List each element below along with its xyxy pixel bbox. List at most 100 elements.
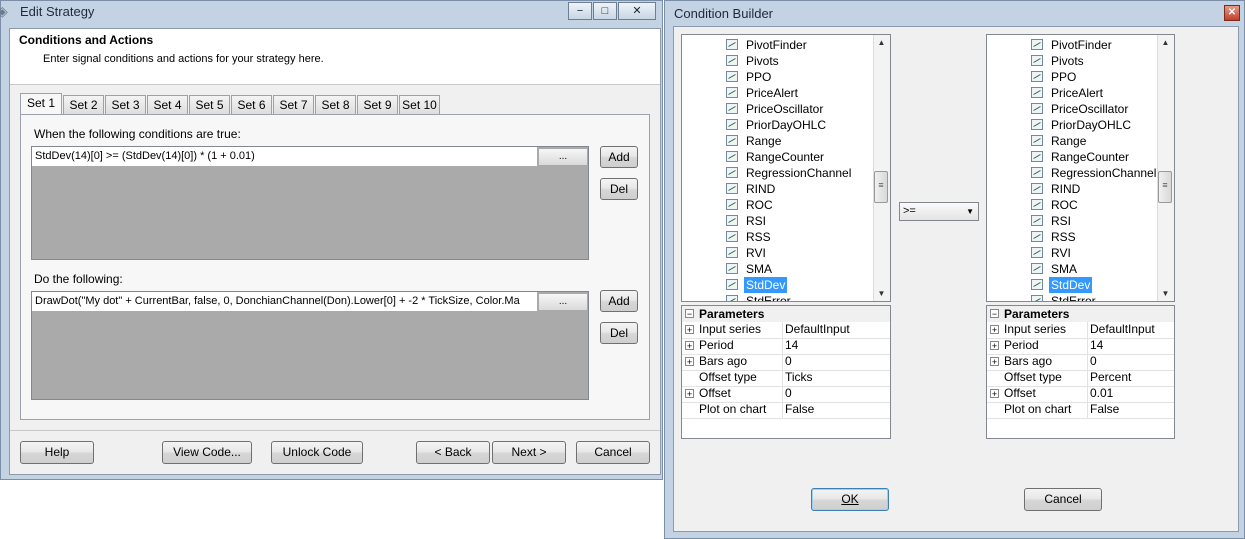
parameter-name: Input series <box>1004 322 1067 336</box>
parameter-row[interactable]: + Input series DefaultInput <box>682 322 890 339</box>
next-button[interactable]: Next > <box>492 441 566 464</box>
ok-button[interactable]: OK <box>811 488 889 511</box>
parameter-value[interactable]: 0 <box>782 354 792 370</box>
scroll-down-icon[interactable]: ▼ <box>1157 289 1174 298</box>
action-edit-button[interactable]: ... <box>538 293 588 311</box>
tab-set-9[interactable]: Set 9 <box>357 95 398 115</box>
parameter-row[interactable]: + Period 14 <box>987 338 1174 355</box>
parameter-value[interactable]: 14 <box>782 338 798 354</box>
parameter-value[interactable]: 14 <box>1087 338 1103 354</box>
tab-set-8[interactable]: Set 8 <box>315 95 356 115</box>
delete-action-button[interactable]: Del <box>600 322 638 344</box>
list-item-label: RIND <box>1051 182 1081 196</box>
add-action-button[interactable]: Add <box>600 290 638 312</box>
wizard-header-subtitle: Enter signal conditions and actions for … <box>43 53 324 65</box>
parameter-name: Offset type <box>1004 370 1062 384</box>
scroll-up-icon[interactable]: ▲ <box>1157 38 1174 47</box>
builder-cancel-button[interactable]: Cancel <box>1024 488 1102 511</box>
tab-set-6[interactable]: Set 6 <box>231 95 272 115</box>
expand-icon[interactable]: + <box>990 357 999 367</box>
tab-set-7[interactable]: Set 7 <box>273 95 314 115</box>
list-item-label: PriorDayOHLC <box>1051 118 1132 132</box>
indicator-chart-icon <box>1031 151 1043 162</box>
parameter-row[interactable]: Plot on chart False <box>682 402 890 419</box>
left-list-scroll-thumb[interactable]: ≡ <box>874 171 888 203</box>
condition-edit-button[interactable]: ... <box>538 148 588 166</box>
expand-icon[interactable]: + <box>990 389 999 399</box>
parameter-row[interactable]: + Period 14 <box>682 338 890 355</box>
tab-set-1[interactable]: Set 1 <box>20 93 62 115</box>
strategy-app-icon: ◈ <box>0 3 8 19</box>
parameter-value[interactable]: Percent <box>1087 370 1131 386</box>
parameter-row[interactable]: Plot on chart False <box>987 402 1174 419</box>
parameter-value[interactable]: False <box>1087 402 1119 418</box>
parameter-value[interactable]: Ticks <box>782 370 813 386</box>
maximize-button[interactable]: □ <box>593 2 617 20</box>
scroll-down-icon[interactable]: ▼ <box>873 289 890 298</box>
parameter-row[interactable]: Offset type Ticks <box>682 370 890 387</box>
list-item-label: PriceOscillator <box>746 102 824 116</box>
close-button[interactable]: ✕ <box>618 2 656 20</box>
expand-icon[interactable]: + <box>990 341 999 351</box>
indicator-chart-icon <box>726 39 738 50</box>
close-icon[interactable]: ✕ <box>1224 5 1240 21</box>
scroll-up-icon[interactable]: ▲ <box>873 38 890 47</box>
indicator-chart-icon <box>1031 71 1043 82</box>
conditions-label: When the following conditions are true: <box>34 127 241 141</box>
help-button[interactable]: Help <box>20 441 94 464</box>
right-list-scrollbar[interactable] <box>1157 35 1174 301</box>
list-item-label: PriceAlert <box>1051 86 1104 100</box>
parameter-row[interactable]: + Bars ago 0 <box>682 354 890 371</box>
right-indicator-list[interactable]: PivotFinder Pivots PPO PriceAlert PriceOscil… <box>986 34 1175 302</box>
expand-icon[interactable]: + <box>685 341 694 351</box>
indicator-chart-icon <box>726 183 738 194</box>
tab-set-10[interactable]: Set 10 <box>399 95 440 115</box>
collapse-icon[interactable]: − <box>685 309 694 319</box>
parameter-row[interactable]: + Offset 0 <box>682 386 890 403</box>
delete-condition-button[interactable]: Del <box>600 178 638 200</box>
indicator-chart-icon <box>1031 87 1043 98</box>
expand-icon[interactable]: + <box>685 325 694 335</box>
chevron-down-icon: ▼ <box>966 207 974 216</box>
parameter-row[interactable]: + Input series DefaultInput <box>987 322 1174 339</box>
expand-icon[interactable]: + <box>990 325 999 335</box>
parameter-value[interactable]: 0 <box>1087 354 1097 370</box>
action-row[interactable]: DrawDot("My dot" + CurrentBar, false, 0,… <box>32 292 537 311</box>
condition-row[interactable]: StdDev(14)[0] >= (StdDev(14)[0]) * (1 + … <box>32 147 537 166</box>
parameter-value[interactable]: DefaultInput <box>1087 322 1155 338</box>
left-list-scrollbar[interactable] <box>873 35 890 301</box>
operator-select[interactable]: >= ▼ <box>899 202 979 221</box>
expand-icon[interactable]: + <box>685 389 694 399</box>
tab-set-5[interactable]: Set 5 <box>189 95 230 115</box>
indicator-chart-icon <box>726 103 738 114</box>
back-button[interactable]: < Back <box>416 441 490 464</box>
unlock-code-button[interactable]: Unlock Code <box>271 441 363 464</box>
parameter-value[interactable]: 0.01 <box>1087 386 1113 402</box>
tab-set-2[interactable]: Set 2 <box>63 95 104 115</box>
footer-divider <box>10 430 660 431</box>
parameters-header[interactable]: − Parameters <box>987 306 1174 322</box>
right-list-scroll-thumb[interactable]: ≡ <box>1158 171 1172 203</box>
collapse-icon[interactable]: − <box>990 309 999 319</box>
tab-set-3[interactable]: Set 3 <box>105 95 146 115</box>
list-item-label: PivotFinder <box>1051 38 1112 52</box>
tab-set-4[interactable]: Set 4 <box>147 95 188 115</box>
list-item-label: RVI <box>1051 246 1071 260</box>
list-item-label: ROC <box>1051 198 1078 212</box>
cancel-button[interactable]: Cancel <box>576 441 650 464</box>
parameter-row[interactable]: Offset type Percent <box>987 370 1174 387</box>
parameter-value[interactable]: False <box>782 402 814 418</box>
list-item-label: Pivots <box>1051 54 1084 68</box>
left-indicator-list[interactable]: PivotFinder Pivots PPO PriceAlert PriceOscil… <box>681 34 891 302</box>
parameter-value[interactable]: 0 <box>782 386 792 402</box>
wizard-header-title: Conditions and Actions <box>19 33 154 47</box>
list-item-label: StdError <box>1051 294 1096 302</box>
parameter-value[interactable]: DefaultInput <box>782 322 850 338</box>
parameter-row[interactable]: + Bars ago 0 <box>987 354 1174 371</box>
parameters-header[interactable]: − Parameters <box>682 306 890 322</box>
expand-icon[interactable]: + <box>685 357 694 367</box>
view-code-button[interactable]: View Code... <box>162 441 252 464</box>
parameter-row[interactable]: + Offset 0.01 <box>987 386 1174 403</box>
add-condition-button[interactable]: Add <box>600 146 638 168</box>
minimize-button[interactable]: − <box>568 2 592 20</box>
